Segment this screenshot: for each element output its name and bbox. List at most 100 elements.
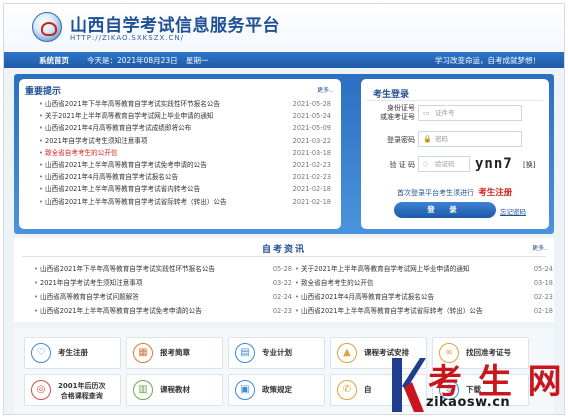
id-card-icon: ▭ (423, 109, 430, 117)
notice-item-title[interactable]: 山西省2021年下半年高等教育自学考试实践性环节报名公告 (45, 98, 220, 110)
login-button[interactable]: 登 录 (394, 202, 496, 218)
site-logo[interactable] (32, 12, 62, 42)
quick-link-button[interactable]: ▦ 报考简章 (126, 337, 223, 369)
news-list-left: 山西省2021年下半年高等教育自学考试实践性环节报名公告 05-28 2021年自学… (34, 262, 292, 318)
nav-date: 今天是：2021年08月23日 (87, 56, 178, 65)
quick-link-button[interactable]: ◎ 2001年后历次 合格课程查询 (24, 374, 121, 406)
news-item[interactable]: 关于2021年上半年高等教育自学考试网上毕业申请的通知 05-24 (295, 262, 553, 276)
notice-item-date: 2021-03-18 (292, 148, 331, 157)
notice-item-date: 2021-05-28 (292, 100, 331, 108)
notice-item-date: 2021-02-18 (292, 197, 331, 206)
quick-link-label: 2001年后历次 合格课程查询 (58, 382, 106, 400)
news-item-title[interactable]: 山西省高等教育自学考试问题解答 (40, 290, 139, 304)
news-item[interactable]: 山西省2021年上半年高等教育自学考试免考申请的公告 02-23 (34, 304, 292, 318)
document-icon: ▣ (235, 380, 255, 400)
quick-link-button[interactable]: ▤ 专业计划 (228, 337, 325, 369)
news-item-date: 02-23 (533, 293, 553, 301)
forgot-password-link[interactable]: 忘记密码 (500, 206, 526, 216)
news-item-date: 05-28 (272, 265, 292, 273)
id-number-placeholder: 证件号 (435, 109, 455, 117)
shield-icon: ◇ (423, 160, 429, 168)
watermark: 考 生 网 zikaosw.cn (388, 356, 564, 414)
notice-panel: 重要提示 更多.. 山西省2021年下半年高等教育自学考试实践性环节报名公告 20… (19, 79, 341, 229)
news-item-date: 03-18 (533, 279, 553, 287)
notice-item-title[interactable]: 山西省2021年4月高等教育自学考试报名公告 (45, 171, 178, 183)
heart-icon: ♡ (31, 343, 51, 363)
page: 山西自学考试信息服务平台 HTTP://ZIKAO.SXKSZX.CN/ 系统首… (3, 3, 565, 415)
news-item[interactable]: 山西省高等教育自学考试问题解答 02-24 (34, 290, 292, 304)
captcha-refresh-link[interactable]: [换] (523, 160, 535, 170)
news-item-date: 02-23 (272, 307, 292, 315)
badge-icon: ◎ (31, 380, 51, 400)
books-icon: ▥ (133, 380, 153, 400)
news-item[interactable]: 致全省自考考生的公开信 03-18 (295, 276, 553, 290)
site-header: 山西自学考试信息服务平台 HTTP://ZIKAO.SXKSZX.CN/ (4, 4, 564, 52)
news-item-title[interactable]: 山西省2021年下半年高等教育自学考试实践性环节报名公告 (40, 262, 215, 276)
notice-item-title[interactable]: 2021年自学考试考生须知注意事项 (45, 135, 148, 147)
password-placeholder: 密码 (435, 135, 448, 143)
first-login-hint: 首次登录平台考生须进行 考生注册 (397, 186, 512, 198)
quick-link-label: 考生注册 (58, 348, 88, 357)
news-list-right: 关于2021年上半年高等教育自学考试网上毕业申请的通知 05-24 致全省自考考生的… (295, 262, 553, 318)
login-divider (367, 100, 543, 101)
notice-item[interactable]: 山西省2021年4月高等教育自学考试成绩即将公布 2021-05-09 (39, 122, 331, 134)
notice-item[interactable]: 致全省自考考生的公开信 2021-03-18 (39, 147, 331, 159)
quick-link-button[interactable]: ♡ 考生注册 (24, 337, 121, 369)
notice-item-title[interactable]: 山西省2021年上半年高等教育自学考试免考申请的公告 (45, 159, 207, 171)
news-item-title[interactable]: 山西省2021年4月高等教育自学考试报名公告 (301, 290, 434, 304)
quick-link-label: 专业计划 (262, 348, 292, 357)
captcha-image[interactable]: ynn7 (475, 156, 517, 172)
news-more-link[interactable]: 更多.. (532, 243, 548, 252)
site-title: 山西自学考试信息服务平台 (70, 16, 280, 36)
notice-item-title[interactable]: 致全省自考考生的公开信 (45, 147, 118, 159)
notice-more-link[interactable]: 更多.. (317, 85, 333, 94)
watermark-url: zikaosw.cn (426, 395, 511, 410)
notice-item-title[interactable]: 山西省2021年上半年高等教育自学考试省内转考公告 (45, 183, 200, 195)
notice-item[interactable]: 山西省2021年上半年高等教育自学考试免考申请的公告 2021-02-23 (39, 159, 331, 171)
password-input[interactable]: 🔒 密码 (418, 131, 522, 147)
news-item[interactable]: 山西省2021年上半年高等教育自学考试省际转考（转出）公告 02-18 (295, 304, 553, 318)
news-item-date: 03-22 (272, 279, 292, 287)
nav-bar: 系统首页 今天是：2021年08月23日 星期一 学习改变命运，自考成就梦想！ (4, 52, 564, 68)
news-panel: 自考资讯 更多.. 山西省2021年下半年高等教育自学考试实践性环节报名公告 05… (14, 238, 554, 322)
news-item-title[interactable]: 关于2021年上半年高等教育自学考试网上毕业申请的通知 (301, 262, 469, 276)
news-item-title[interactable]: 山西省2021年上半年高等教育自学考试省际转考（转出）公告 (301, 304, 483, 318)
id-number-label: 身份证号 或准考证号 (380, 104, 415, 121)
notice-item-date: 2021-02-18 (292, 185, 331, 194)
nav-slogan: 学习改变命运，自考成就梦想！ (435, 56, 540, 65)
notice-item-title[interactable]: 山西省2021年上半年高等教育自学考试省际转考（转出）公告 (45, 196, 227, 208)
notice-item-title[interactable]: 山西省2021年4月高等教育自学考试成绩即将公布 (45, 122, 191, 134)
news-item[interactable]: 山西省2021年4月高等教育自学考试报名公告 02-23 (295, 290, 553, 304)
login-title: 考生登录 (373, 90, 410, 100)
nav-weekday: 星期一 (186, 56, 209, 65)
id-number-input[interactable]: ▭ 证件号 (418, 105, 522, 121)
nav-home-link[interactable]: 系统首页 (39, 55, 69, 66)
notice-item[interactable]: 山西省2021年上半年高等教育自学考试省内转考公告 2021-02-18 (39, 183, 331, 195)
news-item-title[interactable]: 2021年自学考试考生须知注意事项 (40, 276, 143, 290)
notice-item[interactable]: 山西省2021年4月高等教育自学考试报名公告 2021-02-23 (39, 171, 331, 183)
graduation-cap-icon: ▲ (337, 343, 357, 363)
captcha-label: 验 证 码 (389, 161, 415, 169)
news-item[interactable]: 2021年自学考试考生须知注意事项 03-22 (34, 276, 292, 290)
news-item-title[interactable]: 致全省自考考生的公开信 (301, 276, 374, 290)
watermark-k-logo (392, 358, 426, 412)
register-link[interactable]: 考生注册 (478, 188, 512, 198)
site-url: HTTP://ZIKAO.SXKSZX.CN/ (70, 34, 185, 42)
news-item[interactable]: 山西省2021年下半年高等教育自学考试实践性环节报名公告 05-28 (34, 262, 292, 276)
notice-item[interactable]: 2021年自学考试考生须知注意事项 2021-03-22 (39, 135, 331, 147)
notice-panel-title: 重要提示 (25, 87, 62, 97)
quick-link-button[interactable]: ▣ 政策规定 (228, 374, 325, 406)
news-item-title[interactable]: 山西省2021年上半年高等教育自学考试免考申请的公告 (40, 304, 202, 318)
notice-item-title[interactable]: 关于2021年上半年高等教育自学考试网上毕业申请的通知 (45, 110, 213, 122)
news-item-date: 02-18 (533, 307, 553, 315)
quick-link-button[interactable]: ▥ 课程教材 (126, 374, 223, 406)
captcha-input[interactable]: ◇ 验证码 (418, 156, 470, 172)
notice-item[interactable]: 山西省2021年上半年高等教育自学考试省际转考（转出）公告 2021-02-18 (39, 196, 331, 208)
calendar-icon: ▦ (133, 343, 153, 363)
phone-icon: ✆ (337, 380, 357, 400)
quick-link-label: 报考简章 (160, 348, 190, 357)
quick-link-label: 自 (364, 385, 372, 394)
notice-item[interactable]: 关于2021年上半年高等教育自学考试网上毕业申请的通知 2021-05-24 (39, 110, 331, 122)
first-login-text: 首次登录平台考生须进行 (397, 189, 474, 197)
notice-item[interactable]: 山西省2021年下半年高等教育自学考试实践性环节报名公告 2021-05-28 (39, 98, 331, 110)
